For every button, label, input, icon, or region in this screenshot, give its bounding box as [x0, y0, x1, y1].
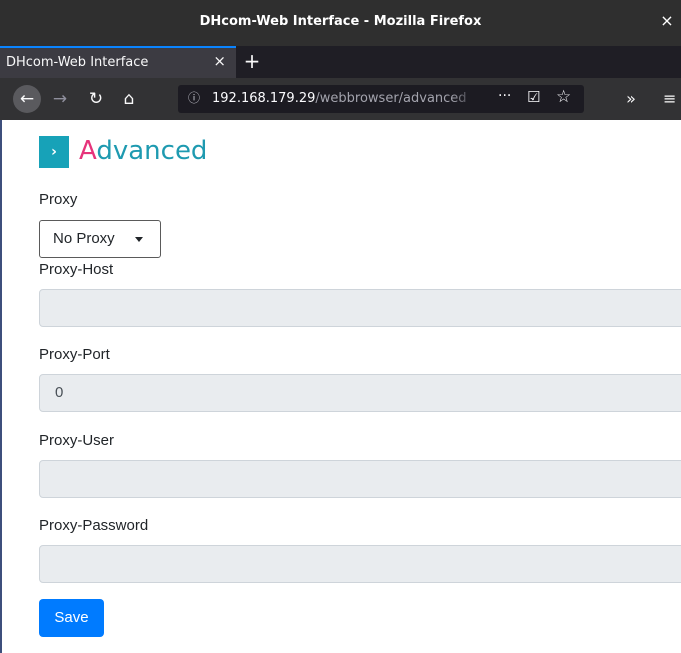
- forward-arrow-icon[interactable]: →: [46, 85, 74, 113]
- url-fade: [452, 87, 476, 111]
- hamburger-menu-icon[interactable]: ≡: [657, 85, 681, 113]
- page-title: Advanced: [79, 136, 207, 166]
- page-title-initial: A: [79, 136, 97, 166]
- browser-window: DHcom-Web Interface - Mozilla Firefox × …: [0, 0, 681, 653]
- url-path: /webbrowser/advanced: [315, 91, 467, 106]
- tab-close-icon[interactable]: ×: [213, 52, 226, 70]
- url-text[interactable]: 192.168.179.29/webbrowser/advanced: [212, 91, 472, 106]
- tab-dhcom-web-interface[interactable]: DHcom-Web Interface ×: [0, 46, 236, 78]
- window-titlebar: DHcom-Web Interface - Mozilla Firefox ×: [0, 0, 681, 46]
- proxy-user-input[interactable]: [39, 460, 681, 498]
- home-icon[interactable]: ⌂: [115, 85, 143, 113]
- proxy-port-value: 0: [55, 384, 64, 401]
- caret-down-icon: [135, 237, 143, 242]
- proxy-host-input[interactable]: [39, 289, 681, 327]
- save-button[interactable]: Save: [39, 599, 104, 637]
- tab-label: DHcom-Web Interface: [6, 55, 149, 70]
- pocket-icon[interactable]: ☑: [527, 88, 540, 106]
- bookmark-star-icon[interactable]: ☆: [556, 87, 571, 107]
- page-actions-more-icon[interactable]: ···: [498, 88, 511, 104]
- proxy-password-input[interactable]: [39, 545, 681, 583]
- proxy-port-input[interactable]: 0 ▲ ▼: [39, 374, 681, 412]
- new-tab-plus-icon[interactable]: +: [240, 48, 264, 74]
- back-arrow-icon[interactable]: ←: [13, 85, 41, 113]
- toolbar-overflow-chevron-icon[interactable]: »: [617, 85, 645, 113]
- proxy-host-label: Proxy-Host: [39, 261, 114, 278]
- proxy-user-label: Proxy-User: [39, 432, 115, 449]
- window-title: DHcom-Web Interface - Mozilla Firefox: [199, 14, 482, 29]
- url-bar[interactable]: ⓘ 192.168.179.29/webbrowser/advanced ···…: [178, 85, 584, 113]
- proxy-port-label: Proxy-Port: [39, 346, 110, 363]
- url-host: 192.168.179.29: [212, 91, 316, 106]
- chevron-right-icon[interactable]: ›: [39, 136, 69, 168]
- navigation-toolbar: ← → ↻ ⌂ ⓘ 192.168.179.29/webbrowser/adva…: [0, 78, 681, 120]
- window-close-icon[interactable]: ×: [659, 12, 675, 30]
- proxy-password-label: Proxy-Password: [39, 517, 149, 534]
- site-info-icon[interactable]: ⓘ: [186, 90, 202, 106]
- page-title-rest: dvanced: [96, 136, 208, 166]
- proxy-label: Proxy: [39, 191, 78, 208]
- page-content: › Advanced Proxy No Proxy Proxy-Host Pro…: [0, 120, 681, 653]
- proxy-dropdown[interactable]: No Proxy: [39, 220, 161, 258]
- proxy-dropdown-value: No Proxy: [53, 230, 115, 247]
- tab-strip: DHcom-Web Interface × +: [0, 46, 681, 78]
- reload-icon[interactable]: ↻: [82, 85, 110, 113]
